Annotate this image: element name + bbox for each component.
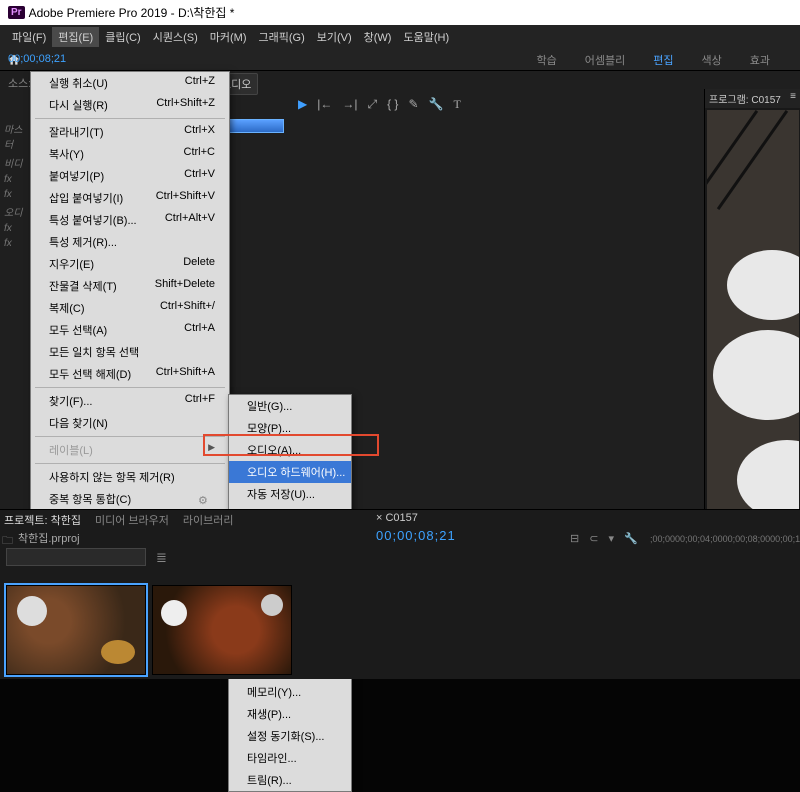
source-tool-icons: ▶ |← →| ⤢ { } ✎ 🔧 T bbox=[298, 97, 461, 112]
titlebar: Pr Adobe Premiere Pro 2019 - D:\착한집 * bbox=[0, 0, 800, 25]
workspace-tab[interactable]: 효과 bbox=[750, 52, 770, 68]
app-icon: Pr bbox=[8, 6, 25, 19]
mark-out-icon[interactable]: →| bbox=[342, 97, 357, 112]
submenu-item[interactable]: 모양(P)... bbox=[229, 417, 351, 439]
menu-item[interactable]: 그래픽(G) bbox=[252, 27, 310, 47]
add-marker-icon[interactable]: ▾ bbox=[608, 532, 614, 545]
menu-item[interactable]: 창(W) bbox=[358, 27, 398, 47]
submenu-item[interactable]: 자동 저장(U)... bbox=[229, 483, 351, 505]
program-monitor: 프로그램: C0157 ≡ 00;00;08;21 맞추기 bbox=[704, 89, 800, 566]
title-text: Adobe Premiere Pro 2019 - D:\착한집 * bbox=[29, 4, 235, 21]
source-settings-icon[interactable]: ⚙ bbox=[198, 494, 208, 507]
settings-icon[interactable]: 🔧 bbox=[624, 532, 638, 545]
snap-icon[interactable]: ⤢ bbox=[367, 97, 377, 112]
submenu-item[interactable]: 트림(R)... bbox=[229, 769, 351, 791]
snap-toggle-icon[interactable]: ⊟ bbox=[570, 532, 579, 545]
menu-item[interactable]: 마커(M) bbox=[204, 27, 253, 47]
program-tab[interactable]: 프로그램: C0157 ≡ bbox=[705, 89, 800, 108]
linked-selection-icon[interactable]: ⊂ bbox=[589, 532, 598, 545]
ruler-tick: 00;00;08;00 bbox=[723, 534, 771, 544]
program-tab-clip: C0157 bbox=[751, 95, 780, 106]
menu-item[interactable]: 클립(C) bbox=[99, 27, 147, 47]
submenu-item[interactable]: 메모리(Y)... bbox=[229, 681, 351, 703]
app-body: 소스: 오디오 ▶ |← →| ⤢ { } ✎ 🔧 T 마스터비디fxfx오디f… bbox=[0, 71, 800, 679]
panel-menu-icon[interactable]: ≡ bbox=[790, 91, 796, 102]
menu-item[interactable]: 파일(F) bbox=[6, 27, 52, 47]
sequence-tab[interactable]: × C0157 bbox=[370, 510, 800, 526]
program-tab-prefix: 프로그램: bbox=[709, 95, 749, 106]
submenu-item[interactable]: 오디오(A)... bbox=[229, 439, 351, 461]
lower-deck: 프로젝트: 착한집미디어 브라우저라이브러리 🗀 착한집.prproj 🔍 ≣ … bbox=[0, 509, 800, 679]
panel-tab[interactable]: 프로젝트: 착한집 bbox=[4, 512, 81, 528]
wrench-icon[interactable]: 🔧 bbox=[429, 97, 444, 112]
mark-in-icon[interactable]: |← bbox=[317, 97, 332, 112]
sequence-tool-icons: ⊟ ⊂ ▾ 🔧 bbox=[570, 532, 638, 545]
project-search-input[interactable] bbox=[6, 548, 146, 566]
project-thumbnails bbox=[6, 585, 292, 675]
submenu-item[interactable]: 설정 동기화(S)... bbox=[229, 725, 351, 747]
source-timecode[interactable]: 00;00;08;21 bbox=[4, 53, 66, 507]
menubar: 파일(F)편집(E)클립(C)시퀀스(S)마커(M)그래픽(G)보기(V)창(W… bbox=[0, 25, 800, 49]
workspace-tab[interactable]: 편집 bbox=[653, 52, 673, 68]
menu-item[interactable]: 보기(V) bbox=[311, 27, 358, 47]
clip-thumbnail[interactable] bbox=[152, 585, 292, 675]
submenu-item[interactable]: 일반(G)... bbox=[229, 395, 351, 417]
sequence-panel: × C0157 00;00;08;21 ⊟ ⊂ ▾ 🔧 ;00;0000;00;… bbox=[370, 510, 800, 679]
submenu-item[interactable]: 오디오 하드웨어(H)... bbox=[229, 461, 351, 483]
workspace-tab[interactable]: 어셈블리 bbox=[585, 52, 625, 68]
list-view-icon[interactable]: ≣ bbox=[156, 550, 167, 566]
panel-tab[interactable]: 미디어 브라우저 bbox=[95, 512, 169, 528]
submenu-item[interactable]: 타임라인... bbox=[229, 747, 351, 769]
menu-item[interactable]: 도움말(H) bbox=[397, 27, 455, 47]
pen-tool-icon[interactable]: ✎ bbox=[408, 97, 418, 112]
workspace-tab[interactable]: 색상 bbox=[702, 52, 722, 68]
timeline-ruler[interactable]: ;00;0000;00;04;0000;00;08;0000;00;12;000… bbox=[650, 534, 796, 544]
project-panel-tabs: 프로젝트: 착한집 미디어 브라우저 라이브러리 bbox=[4, 512, 233, 528]
text-tool-icon[interactable]: T bbox=[453, 97, 460, 112]
clip-thumbnail[interactable] bbox=[6, 585, 146, 675]
menu-item[interactable]: 시퀀스(S) bbox=[147, 27, 204, 47]
workspace-tabs: 학습 어셈블리 편집 색상 효과 bbox=[537, 52, 800, 68]
ruler-tick: ;00;00 bbox=[650, 534, 675, 544]
menu-item[interactable]: 편집(E) bbox=[52, 27, 99, 47]
submenu-arrow-icon: ▶ bbox=[208, 442, 215, 458]
marker-icon[interactable]: { } bbox=[387, 97, 398, 112]
workspace-tab[interactable]: 학습 bbox=[537, 52, 557, 68]
panel-tab[interactable]: 라이브러리 bbox=[183, 512, 234, 528]
workspace-row: 학습 어셈블리 편집 색상 효과 bbox=[0, 49, 800, 71]
program-viewer[interactable] bbox=[707, 110, 799, 530]
ruler-tick: 00;00;04;00 bbox=[675, 534, 723, 544]
selection-tool-icon[interactable]: ▶ bbox=[298, 97, 307, 112]
project-filename: 착한집.prproj bbox=[18, 530, 80, 546]
ruler-tick: 00;00;12;00 bbox=[770, 534, 800, 544]
submenu-item[interactable]: 재생(P)... bbox=[229, 703, 351, 725]
